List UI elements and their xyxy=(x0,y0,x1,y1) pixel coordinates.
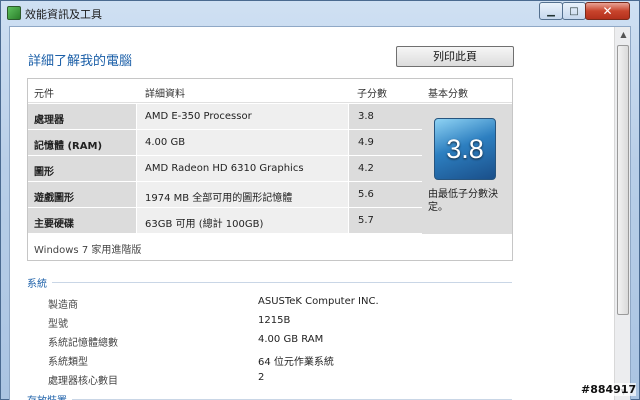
system-value: 1215B xyxy=(258,315,291,326)
window-title: 效能資訊及工具 xyxy=(25,8,102,21)
subscore: 4.2 xyxy=(358,163,374,174)
table-row: 記憶體 (RAM) 4.00 GB 4.9 xyxy=(28,130,422,156)
component-name: 記憶體 (RAM) xyxy=(34,141,103,152)
close-icon: ✕ xyxy=(602,4,613,18)
component-name: 處理器 xyxy=(34,115,64,126)
header-subscore: 子分數 xyxy=(357,89,387,100)
header-component: 元件 xyxy=(34,89,54,100)
component-detail: 1974 MB 全部可用的圖形記憶體 xyxy=(145,193,293,204)
app-window: 效能資訊及工具 ▁ □ ✕ 詳細了解我的電腦 列印此頁 元件 詳細資料 子分數 … xyxy=(0,0,640,400)
system-value: 4.00 GB RAM xyxy=(258,334,324,345)
close-button[interactable]: ✕ xyxy=(585,2,630,20)
system-label: 系統記憶體總數 xyxy=(48,338,118,349)
scrollbar-thumb[interactable] xyxy=(617,45,629,315)
system-label: 型號 xyxy=(48,319,68,330)
header-base-score: 基本分數 xyxy=(428,89,468,100)
component-detail: 4.00 GB xyxy=(145,137,186,148)
header-details: 詳細資料 xyxy=(145,89,185,100)
component-name: 圖形 xyxy=(34,167,54,178)
content-pane: 詳細了解我的電腦 列印此頁 元件 詳細資料 子分數 基本分數 處理器 AMD E… xyxy=(9,26,631,400)
system-label: 系統類型 xyxy=(48,357,88,368)
minimize-icon: ▁ xyxy=(547,5,555,17)
scroll-up-icon[interactable]: ▲ xyxy=(618,30,629,41)
table-header: 元件 詳細資料 子分數 基本分數 xyxy=(28,79,512,103)
windows-edition: Windows 7 家用進階版 xyxy=(34,245,142,256)
base-score-value: 3.8 xyxy=(446,133,484,164)
base-score-note: 由最低子分數決定。 xyxy=(428,189,498,213)
component-detail: 63GB 可用 (總計 100GB) xyxy=(145,219,264,230)
page-title: 詳細了解我的電腦 xyxy=(28,54,133,69)
component-detail: AMD E-350 Processor xyxy=(145,111,252,122)
system-label: 處理器核心數目 xyxy=(48,376,118,387)
score-table: 元件 詳細資料 子分數 基本分數 處理器 AMD E-350 Processor… xyxy=(27,78,513,261)
system-section-heading: 系統 xyxy=(27,279,47,290)
component-name: 主要硬碟 xyxy=(34,219,74,230)
print-page-button[interactable]: 列印此頁 xyxy=(396,46,514,67)
system-value: ASUSTeK Computer INC. xyxy=(258,296,379,307)
maximize-icon: □ xyxy=(569,5,579,17)
table-row: 圖形 AMD Radeon HD 6310 Graphics 4.2 xyxy=(28,156,422,182)
storage-section-heading: 存放裝置 xyxy=(27,392,67,400)
subscore: 3.8 xyxy=(358,111,374,122)
system-label: 製造商 xyxy=(48,300,78,311)
vertical-scrollbar[interactable]: ▲ ▼ xyxy=(614,27,630,400)
component-name: 遊戲圖形 xyxy=(34,193,74,204)
subscore: 4.9 xyxy=(358,137,374,148)
table-row: 處理器 AMD E-350 Processor 3.8 xyxy=(28,104,422,130)
table-row: 主要硬碟 63GB 可用 (總計 100GB) 5.7 xyxy=(28,208,422,234)
minimize-button[interactable]: ▁ xyxy=(539,2,563,20)
system-value: 64 位元作業系統 xyxy=(258,357,334,368)
maximize-button[interactable]: □ xyxy=(562,2,586,20)
base-score-panel: 3.8 由最低子分數決定。 xyxy=(422,104,512,234)
system-value: 2 xyxy=(258,372,265,383)
subscore: 5.7 xyxy=(358,215,374,226)
component-detail: AMD Radeon HD 6310 Graphics xyxy=(145,163,304,174)
subscore: 5.6 xyxy=(358,189,374,200)
title-bar[interactable]: 效能資訊及工具 ▁ □ ✕ xyxy=(1,1,640,25)
performance-icon xyxy=(7,6,21,20)
table-row: 遊戲圖形 1974 MB 全部可用的圖形記憶體 5.6 xyxy=(28,182,422,208)
watermark: #884917 xyxy=(581,383,637,396)
base-score-badge: 3.8 xyxy=(434,118,496,180)
section-divider xyxy=(52,282,512,283)
